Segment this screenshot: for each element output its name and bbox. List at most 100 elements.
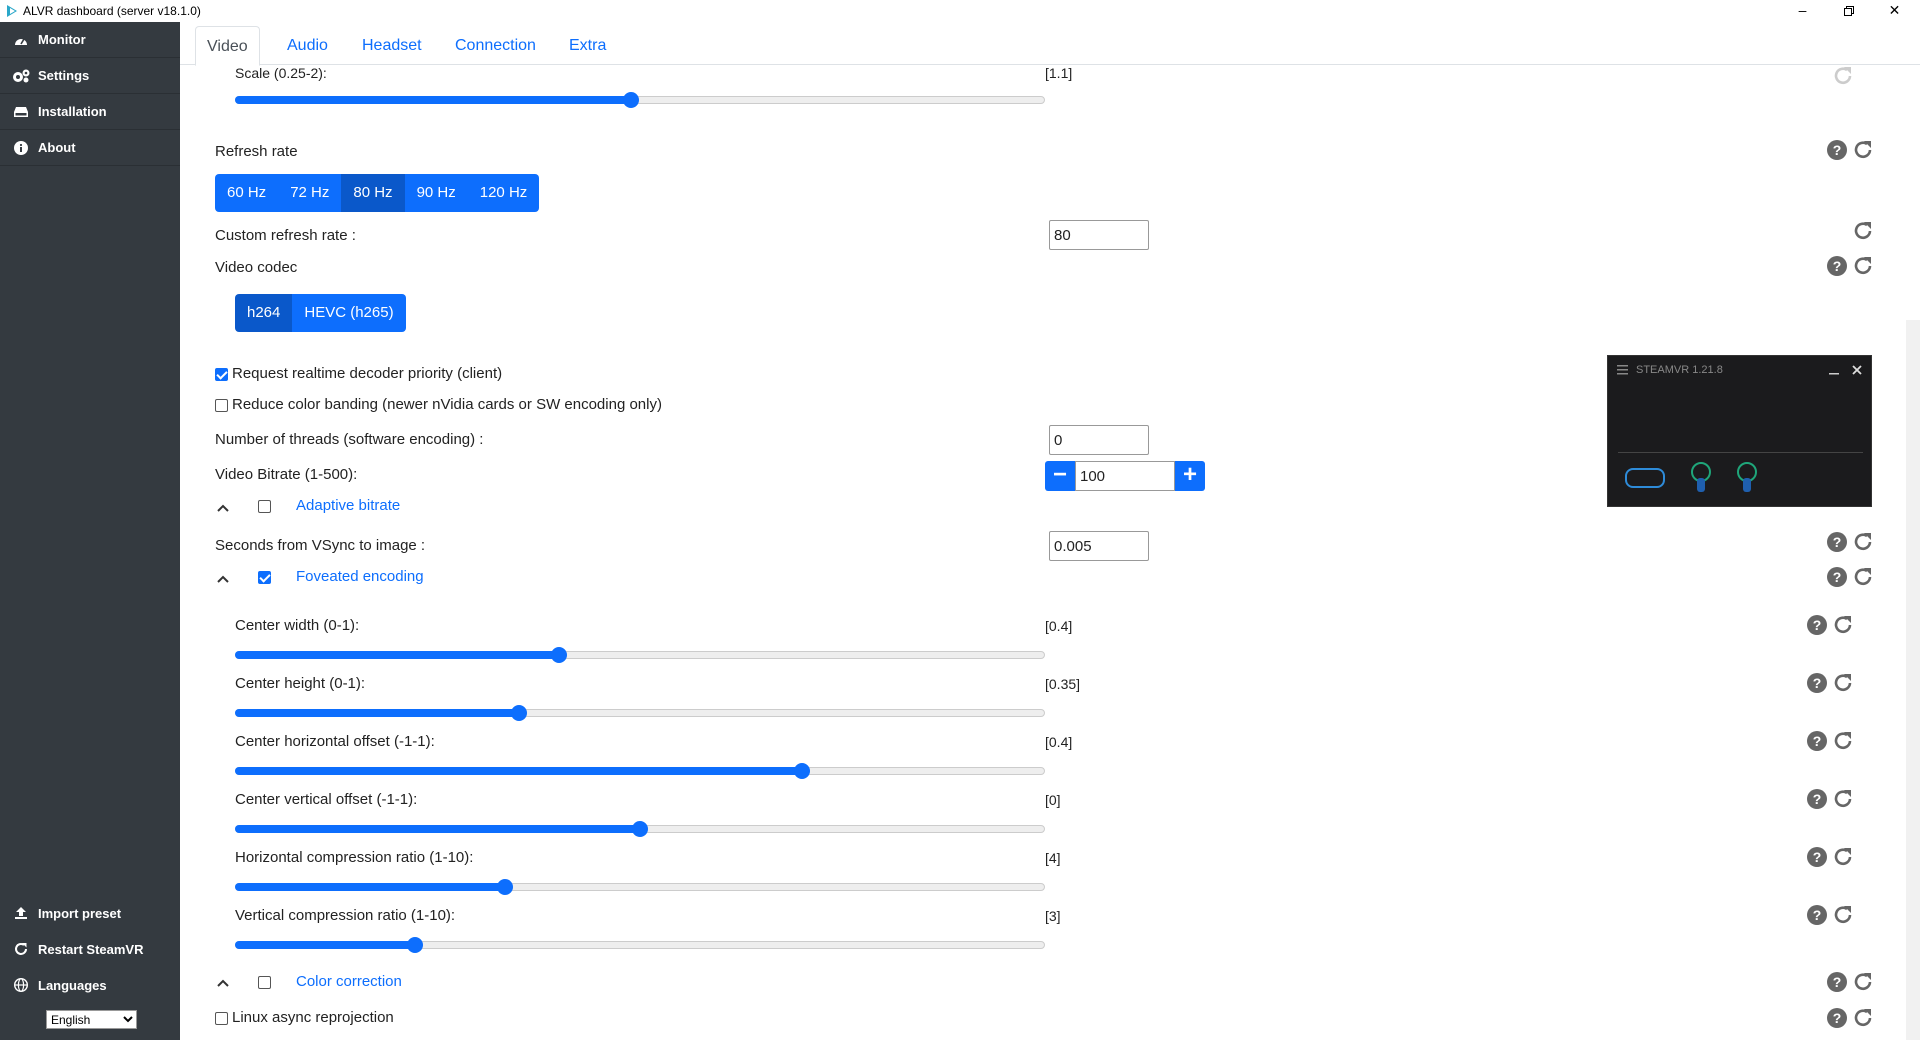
reset-icon[interactable] bbox=[1852, 566, 1874, 588]
minimize-icon[interactable] bbox=[1829, 367, 1839, 375]
vsync-input[interactable] bbox=[1049, 531, 1149, 561]
linux-async-label: Linux async reprojection bbox=[232, 1009, 394, 1026]
reset-icon[interactable] bbox=[1832, 614, 1854, 636]
adaptive-bitrate-checkbox[interactable] bbox=[258, 500, 271, 513]
reset-icon[interactable] bbox=[1852, 255, 1874, 277]
help-icon[interactable]: ? bbox=[1806, 672, 1828, 694]
color-banding-checkbox[interactable] bbox=[215, 399, 228, 412]
minimize-button[interactable]: – bbox=[1780, 0, 1825, 22]
steamvr-window[interactable]: STEAMVR 1.21.8 bbox=[1607, 355, 1872, 507]
tab-extra[interactable]: Extra bbox=[558, 26, 617, 66]
scrollbar[interactable] bbox=[1906, 320, 1920, 1040]
language-select[interactable]: English bbox=[46, 1010, 137, 1029]
refresh-72hz-button[interactable]: 72 Hz bbox=[278, 174, 342, 212]
slider-thumb[interactable] bbox=[632, 821, 648, 837]
reset-icon[interactable] bbox=[1852, 220, 1874, 242]
tab-connection[interactable]: Connection bbox=[444, 26, 547, 66]
center-h-offset-slider[interactable] bbox=[235, 763, 1045, 779]
maximize-button[interactable] bbox=[1826, 0, 1871, 22]
threads-input[interactable] bbox=[1049, 425, 1149, 455]
tab-audio[interactable]: Audio bbox=[276, 26, 339, 66]
reset-icon[interactable] bbox=[1832, 788, 1854, 810]
codec-hevc-button[interactable]: HEVC (h265) bbox=[292, 294, 406, 332]
help-icon[interactable]: ? bbox=[1806, 730, 1828, 752]
realtime-decoder-checkbox[interactable] bbox=[215, 368, 228, 381]
reset-icon[interactable] bbox=[1852, 971, 1874, 993]
foveated-encoding-link[interactable]: Foveated encoding bbox=[296, 568, 424, 585]
sidebar-item-label: Monitor bbox=[38, 32, 86, 47]
center-height-slider[interactable] bbox=[235, 705, 1045, 721]
chevron-up-icon[interactable] bbox=[216, 976, 230, 990]
reset-icon[interactable] bbox=[1832, 904, 1854, 926]
help-icon[interactable]: ? bbox=[1826, 255, 1848, 277]
video-codec-actions: ? bbox=[1826, 255, 1874, 277]
center-h-offset-actions: ? bbox=[1806, 730, 1854, 752]
close-icon[interactable] bbox=[1852, 365, 1862, 375]
threads-label: Number of threads (software encoding) : bbox=[215, 431, 484, 448]
bitrate-decrement-button[interactable]: − bbox=[1045, 461, 1075, 491]
help-icon[interactable]: ? bbox=[1806, 788, 1828, 810]
chevron-up-icon[interactable] bbox=[216, 501, 230, 515]
center-width-value: [0.4] bbox=[1045, 618, 1073, 634]
slider-thumb[interactable] bbox=[551, 647, 568, 663]
reset-icon[interactable] bbox=[1852, 139, 1874, 161]
refresh-90hz-button[interactable]: 90 Hz bbox=[404, 174, 468, 212]
tab-headset[interactable]: Headset bbox=[351, 26, 433, 66]
refresh-80hz-button[interactable]: 80 Hz bbox=[341, 174, 405, 212]
tab-video[interactable]: Video bbox=[195, 26, 260, 66]
help-icon[interactable]: ? bbox=[1806, 846, 1828, 868]
help-icon[interactable]: ? bbox=[1826, 971, 1848, 993]
v-compression-slider[interactable] bbox=[235, 937, 1045, 953]
reset-icon[interactable] bbox=[1832, 846, 1854, 868]
help-icon[interactable]: ? bbox=[1826, 1007, 1848, 1029]
video-codec-group: h264 HEVC (h265) bbox=[235, 294, 406, 332]
globe-icon bbox=[12, 978, 30, 992]
center-width-slider[interactable] bbox=[235, 647, 1045, 663]
linux-async-checkbox[interactable] bbox=[215, 1012, 228, 1025]
sidebar-item-monitor[interactable]: Monitor bbox=[0, 22, 180, 58]
sidebar-item-label: About bbox=[38, 140, 76, 155]
help-icon[interactable]: ? bbox=[1826, 566, 1848, 588]
chevron-up-icon[interactable] bbox=[216, 572, 230, 586]
reset-icon[interactable] bbox=[1832, 672, 1854, 694]
bitrate-increment-button[interactable]: + bbox=[1175, 461, 1205, 491]
scale-slider[interactable] bbox=[235, 92, 1045, 108]
color-correction-checkbox[interactable] bbox=[258, 976, 271, 989]
refresh-60hz-button[interactable]: 60 Hz bbox=[215, 174, 279, 212]
custom-refresh-rate-input[interactable] bbox=[1049, 220, 1149, 250]
color-correction-link[interactable]: Color correction bbox=[296, 973, 402, 990]
slider-thumb[interactable] bbox=[407, 937, 424, 953]
codec-h264-button[interactable]: h264 bbox=[235, 294, 293, 332]
sidebar-item-settings[interactable]: Settings bbox=[0, 58, 180, 94]
help-icon[interactable]: ? bbox=[1806, 904, 1828, 926]
help-icon[interactable]: ? bbox=[1826, 139, 1848, 161]
window-title: ALVR dashboard (server v18.1.0) bbox=[23, 4, 201, 18]
sidebar-item-installation[interactable]: Installation bbox=[0, 94, 180, 130]
import-preset-button[interactable]: Import preset bbox=[0, 895, 180, 931]
slider-fill bbox=[235, 651, 559, 659]
languages-menu[interactable]: Languages bbox=[0, 967, 180, 1003]
center-v-offset-slider[interactable] bbox=[235, 821, 1045, 837]
slider-thumb[interactable] bbox=[623, 92, 640, 108]
settings-tabs: Video Audio Headset Connection Extra bbox=[180, 22, 1920, 66]
slider-thumb[interactable] bbox=[497, 879, 514, 895]
reset-icon[interactable] bbox=[1832, 65, 1854, 87]
settings-content: Scale (0.25-2): [1.1] Refresh rate ? 60 … bbox=[180, 65, 1920, 1040]
bitrate-input[interactable] bbox=[1075, 461, 1175, 491]
slider-thumb[interactable] bbox=[793, 763, 810, 779]
slider-thumb[interactable] bbox=[510, 705, 527, 721]
reset-icon[interactable] bbox=[1832, 730, 1854, 752]
h-compression-slider[interactable] bbox=[235, 879, 1045, 895]
reset-icon[interactable] bbox=[1852, 1007, 1874, 1029]
help-icon[interactable]: ? bbox=[1826, 531, 1848, 553]
foveated-actions: ? bbox=[1826, 566, 1874, 588]
refresh-120hz-button[interactable]: 120 Hz bbox=[467, 174, 540, 212]
reset-icon[interactable] bbox=[1852, 531, 1874, 553]
restart-steamvr-button[interactable]: Restart SteamVR bbox=[0, 931, 180, 967]
menu-icon[interactable] bbox=[1617, 365, 1628, 375]
foveated-encoding-checkbox[interactable] bbox=[258, 571, 271, 584]
close-button[interactable]: ✕ bbox=[1872, 0, 1917, 22]
sidebar-item-about[interactable]: About bbox=[0, 130, 180, 166]
adaptive-bitrate-link[interactable]: Adaptive bitrate bbox=[296, 497, 400, 514]
help-icon[interactable]: ? bbox=[1806, 614, 1828, 636]
